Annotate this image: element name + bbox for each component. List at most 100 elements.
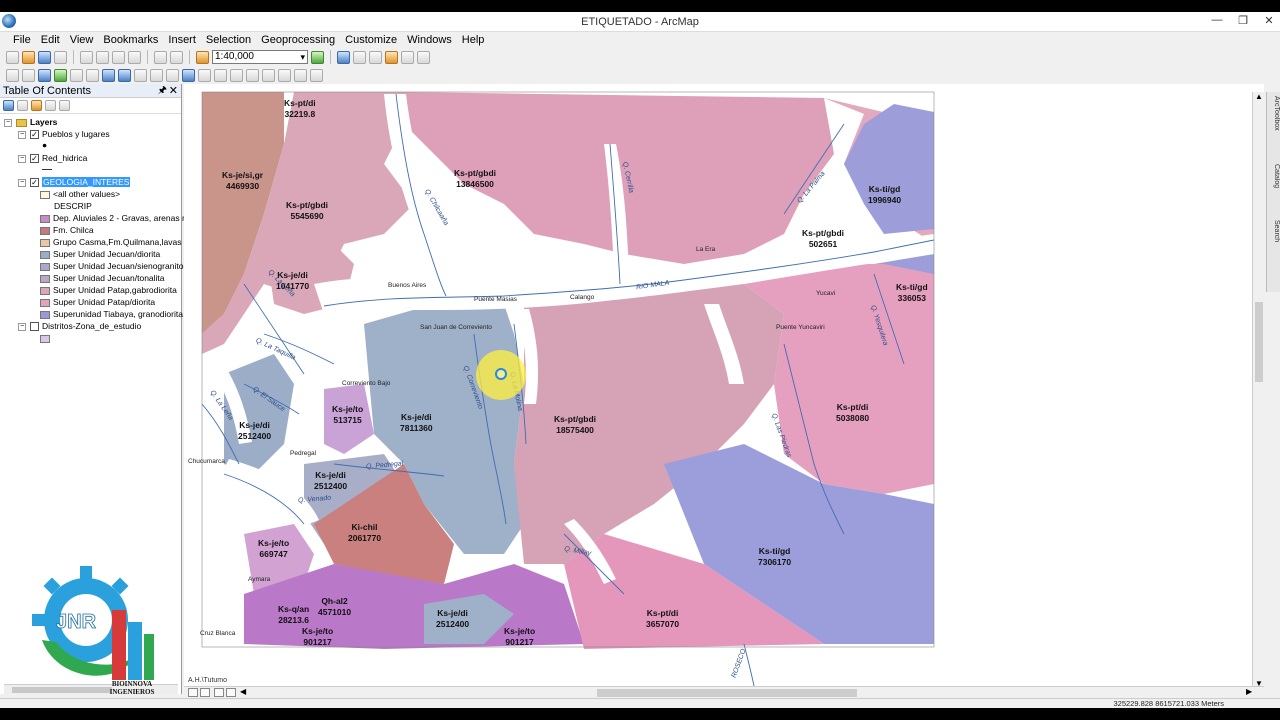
menu-help[interactable]: Help [457,32,490,48]
menu-insert[interactable]: Insert [163,32,201,48]
list-by-selection-icon[interactable] [45,100,56,111]
data-view-icon[interactable] [188,688,198,697]
legend-class[interactable]: Super Unidad Jecuan/sienogranito [40,260,183,272]
toc-options-icon[interactable] [59,100,70,111]
open-icon[interactable] [22,50,35,64]
scroll-left-icon[interactable]: ◀ [240,687,246,696]
legend-all-other[interactable]: <all other values> [40,188,120,200]
horizontal-scroll-thumb[interactable] [597,689,857,697]
measure-icon[interactable] [230,68,243,82]
create-viewer-window-icon[interactable] [310,68,323,82]
clear-selection-icon[interactable] [150,68,163,82]
point-symbol[interactable]: ● [42,139,47,151]
zoom-out-icon[interactable] [22,68,35,82]
menu-windows[interactable]: Windows [402,32,457,48]
collapse-icon[interactable]: − [18,130,26,139]
find-route-icon[interactable] [262,68,275,82]
legend-class[interactable]: Grupo Casma,Fm.Quilmana,lavas an [40,236,193,248]
menu-bookmarks[interactable]: Bookmarks [98,32,163,48]
layer-visibility-checkbox[interactable]: ✓ [30,130,39,140]
menu-edit[interactable]: Edit [36,32,65,48]
legend-class[interactable]: Super Unidad Jecuan/diorita [40,248,160,260]
cut-icon[interactable] [80,50,93,64]
python-window-icon[interactable] [401,50,414,64]
menu-geoprocessing[interactable]: Geoprocessing [256,32,340,48]
copy-icon[interactable] [96,50,109,64]
pan-icon[interactable] [38,68,51,82]
list-by-drawing-order-icon[interactable] [3,100,14,111]
full-extent-icon[interactable] [54,68,67,82]
collapse-icon[interactable]: − [4,118,12,127]
collapse-icon[interactable]: − [18,154,26,163]
table-of-contents-icon[interactable] [337,50,350,64]
zoom-in-icon[interactable] [6,68,19,82]
go-to-xy-icon[interactable] [278,68,291,82]
fixed-zoom-out-icon[interactable] [86,68,99,82]
delete-icon[interactable] [128,50,141,64]
html-popup-icon[interactable] [214,68,227,82]
new-document-icon[interactable] [6,50,19,64]
map-vertical-scrollbar[interactable]: ▲ ▼ [1252,92,1264,688]
editor-toolbar-icon[interactable] [311,50,324,64]
list-by-source-icon[interactable] [17,100,28,111]
collapse-icon[interactable]: − [18,178,26,187]
layer-visibility-checkbox[interactable]: ✓ [30,154,39,164]
layers-root[interactable]: − Layers [4,116,57,128]
redo-icon[interactable] [170,50,183,64]
menu-customize[interactable]: Customize [340,32,402,48]
layer-distritos[interactable]: − Distritos-Zona_de_estudio [18,320,141,332]
map-scale-combo[interactable]: 1:40,000 [212,50,308,64]
add-data-icon[interactable] [196,50,209,64]
menu-view[interactable]: View [65,32,99,48]
select-elements-icon[interactable] [166,68,179,82]
find-icon[interactable] [246,68,259,82]
identify-icon[interactable] [182,68,195,82]
scroll-up-icon[interactable]: ▲ [1255,92,1263,101]
forward-extent-icon[interactable] [118,68,131,82]
legend-class[interactable]: Super Unidad Patap,gabrodiorita [40,284,177,296]
pause-drawing-icon[interactable] [226,688,236,697]
vertical-scroll-thumb[interactable] [1255,302,1263,382]
layer-visibility-checkbox[interactable]: ✓ [30,178,39,188]
layer-red-hidrica[interactable]: − ✓ Red_hidrica [18,152,87,164]
catalog-tab[interactable]: Catalog [1268,164,1280,188]
select-features-icon[interactable] [134,68,147,82]
pin-icon[interactable]: 🖈 [158,84,167,98]
catalog-window-icon[interactable] [353,50,366,64]
refresh-view-icon[interactable] [214,688,224,697]
layer-pueblos[interactable]: − ✓ Pueblos y lugares [18,128,110,140]
legend-class[interactable]: Fm. Chilca [40,224,94,236]
search-tab[interactable]: Search [1268,220,1280,242]
back-extent-icon[interactable] [102,68,115,82]
arctoolbox-icon[interactable] [385,50,398,64]
hyperlink-icon[interactable] [198,68,211,82]
legend-class[interactable]: Dep. Aluviales 2 - Gravas, arenas mal [40,212,196,224]
close-icon[interactable]: ✕ [1262,14,1276,27]
time-slider-icon[interactable] [294,68,307,82]
menu-file[interactable]: File [8,32,36,48]
line-symbol[interactable] [42,163,52,175]
distritos-symbol[interactable] [40,332,53,344]
scroll-right-icon[interactable]: ▶ [1246,687,1252,696]
minimize-icon[interactable]: — [1210,14,1224,27]
layout-view-icon[interactable] [200,688,210,697]
search-window-icon[interactable] [369,50,382,64]
print-icon[interactable] [54,50,67,64]
arctoolbox-tab[interactable]: ArcToolbox [1268,96,1280,131]
list-by-visibility-icon[interactable] [31,100,42,111]
undo-icon[interactable] [154,50,167,64]
menu-selection[interactable]: Selection [201,32,256,48]
fixed-zoom-in-icon[interactable] [70,68,83,82]
layer-visibility-checkbox[interactable] [30,322,39,332]
save-icon[interactable] [38,50,51,64]
collapse-icon[interactable]: − [18,322,26,331]
legend-class[interactable]: Super Unidad Jecuan/tonalita [40,272,165,284]
toc-close-icon[interactable]: ✕ [169,84,178,98]
layer-geologia[interactable]: − ✓ GEOLOGIA_INTERES [18,176,131,188]
legend-class[interactable]: Superunidad Tiabaya, granodiorita [40,308,183,320]
modelbuilder-icon[interactable] [417,50,430,64]
maximize-icon[interactable]: ❐ [1236,14,1250,27]
map-display[interactable]: Ks-pt/di 32219.8 Ks-je/si,gr 4469930 Ks-pt… [184,84,1264,686]
paste-icon[interactable] [112,50,125,64]
legend-class[interactable]: Super Unidad Patap/diorita [40,296,155,308]
